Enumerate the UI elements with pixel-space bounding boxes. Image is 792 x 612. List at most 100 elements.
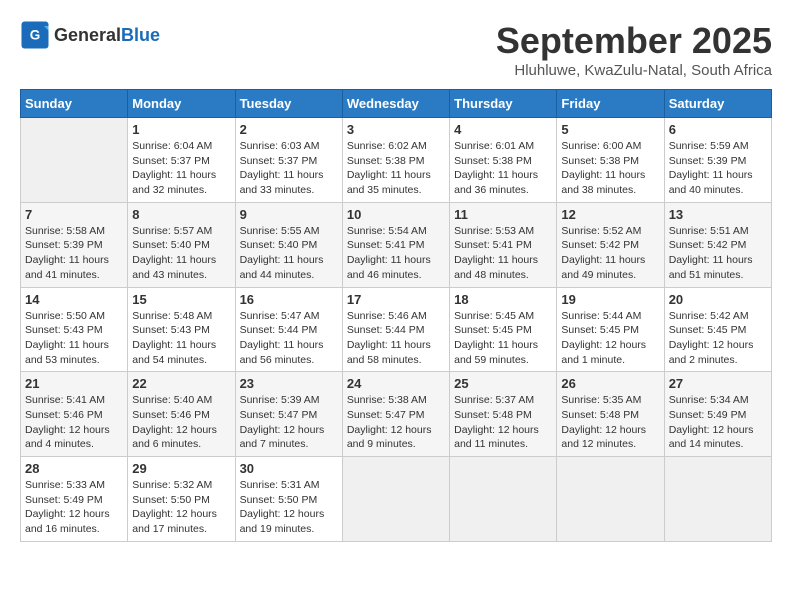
calendar-cell: 4 Sunrise: 6:01 AM Sunset: 5:38 PM Daylig… — [450, 118, 557, 203]
day-number: 20 — [669, 292, 767, 307]
weekday-header-sunday: Sunday — [21, 90, 128, 118]
day-number: 6 — [669, 122, 767, 137]
logo-icon: G — [20, 20, 50, 50]
weekday-header-tuesday: Tuesday — [235, 90, 342, 118]
day-info: Sunrise: 5:59 AM Sunset: 5:39 PM Dayligh… — [669, 139, 767, 198]
day-number: 27 — [669, 376, 767, 391]
day-info: Sunrise: 6:01 AM Sunset: 5:38 PM Dayligh… — [454, 139, 552, 198]
day-info: Sunrise: 5:53 AM Sunset: 5:41 PM Dayligh… — [454, 224, 552, 283]
calendar-cell — [450, 457, 557, 542]
day-info: Sunrise: 5:50 AM Sunset: 5:43 PM Dayligh… — [25, 309, 123, 368]
calendar-cell: 20 Sunrise: 5:42 AM Sunset: 5:45 PM Dayli… — [664, 287, 771, 372]
day-number: 29 — [132, 461, 230, 476]
calendar-cell — [342, 457, 449, 542]
calendar-week-row: 14Sunrise: 5:50 AM Sunset: 5:43 PM Dayli… — [21, 287, 772, 372]
calendar-cell — [21, 118, 128, 203]
day-info: Sunrise: 5:32 AM Sunset: 5:50 PM Dayligh… — [132, 478, 230, 537]
day-info: Sunrise: 6:02 AM Sunset: 5:38 PM Dayligh… — [347, 139, 445, 198]
day-info: Sunrise: 5:45 AM Sunset: 5:45 PM Dayligh… — [454, 309, 552, 368]
day-info: Sunrise: 5:51 AM Sunset: 5:42 PM Dayligh… — [669, 224, 767, 283]
calendar-cell: 5 Sunrise: 6:00 AM Sunset: 5:38 PM Daylig… — [557, 118, 664, 203]
calendar-cell: 1 Sunrise: 6:04 AM Sunset: 5:37 PM Daylig… — [128, 118, 235, 203]
calendar-week-row: 1 Sunrise: 6:04 AM Sunset: 5:37 PM Daylig… — [21, 118, 772, 203]
calendar-week-row: 7 Sunrise: 5:58 AM Sunset: 5:39 PM Daylig… — [21, 202, 772, 287]
calendar-cell: 15 Sunrise: 5:48 AM Sunset: 5:43 PM Dayli… — [128, 287, 235, 372]
day-number: 1 — [132, 122, 230, 137]
day-info: Sunrise: 5:58 AM Sunset: 5:39 PM Dayligh… — [25, 224, 123, 283]
day-number: 26 — [561, 376, 659, 391]
day-number: 11 — [454, 207, 552, 222]
calendar-cell — [557, 457, 664, 542]
day-info: Sunrise: 5:34 AM Sunset: 5:49 PM Dayligh… — [669, 393, 767, 452]
calendar-cell: 10Sunrise: 5:54 AM Sunset: 5:41 PM Dayli… — [342, 202, 449, 287]
calendar-cell: 25 Sunrise: 5:37 AM Sunset: 5:48 PM Dayli… — [450, 372, 557, 457]
svg-text:G: G — [30, 28, 41, 43]
day-number: 10 — [347, 207, 445, 222]
calendar-cell: 13 Sunrise: 5:51 AM Sunset: 5:42 PM Dayli… — [664, 202, 771, 287]
calendar-cell: 7 Sunrise: 5:58 AM Sunset: 5:39 PM Daylig… — [21, 202, 128, 287]
calendar-cell: 11 Sunrise: 5:53 AM Sunset: 5:41 PM Dayli… — [450, 202, 557, 287]
day-number: 18 — [454, 292, 552, 307]
day-info: Sunrise: 5:55 AM Sunset: 5:40 PM Dayligh… — [240, 224, 338, 283]
calendar-cell: 9 Sunrise: 5:55 AM Sunset: 5:40 PM Daylig… — [235, 202, 342, 287]
day-number: 8 — [132, 207, 230, 222]
logo-blue: Blue — [121, 25, 160, 45]
month-title: September 2025 — [496, 20, 772, 62]
day-number: 28 — [25, 461, 123, 476]
day-number: 30 — [240, 461, 338, 476]
day-number: 2 — [240, 122, 338, 137]
day-info: Sunrise: 5:41 AM Sunset: 5:46 PM Dayligh… — [25, 393, 123, 452]
calendar-cell: 24 Sunrise: 5:38 AM Sunset: 5:47 PM Dayli… — [342, 372, 449, 457]
calendar-week-row: 21 Sunrise: 5:41 AM Sunset: 5:46 PM Dayli… — [21, 372, 772, 457]
day-info: Sunrise: 5:31 AM Sunset: 5:50 PM Dayligh… — [240, 478, 338, 537]
location: Hluhluwe, KwaZulu-Natal, South Africa — [496, 62, 772, 79]
day-number: 15 — [132, 292, 230, 307]
calendar-cell: 17 Sunrise: 5:46 AM Sunset: 5:44 PM Dayli… — [342, 287, 449, 372]
calendar-cell: 8 Sunrise: 5:57 AM Sunset: 5:40 PM Daylig… — [128, 202, 235, 287]
day-info: Sunrise: 5:57 AM Sunset: 5:40 PM Dayligh… — [132, 224, 230, 283]
day-info: Sunrise: 5:33 AM Sunset: 5:49 PM Dayligh… — [25, 478, 123, 537]
day-number: 5 — [561, 122, 659, 137]
weekday-header-wednesday: Wednesday — [342, 90, 449, 118]
day-number: 22 — [132, 376, 230, 391]
calendar-cell: 12Sunrise: 5:52 AM Sunset: 5:42 PM Dayli… — [557, 202, 664, 287]
day-number: 3 — [347, 122, 445, 137]
weekday-header-friday: Friday — [557, 90, 664, 118]
day-info: Sunrise: 5:37 AM Sunset: 5:48 PM Dayligh… — [454, 393, 552, 452]
day-number: 24 — [347, 376, 445, 391]
day-number: 23 — [240, 376, 338, 391]
day-number: 4 — [454, 122, 552, 137]
day-info: Sunrise: 5:48 AM Sunset: 5:43 PM Dayligh… — [132, 309, 230, 368]
calendar-cell: 3 Sunrise: 6:02 AM Sunset: 5:38 PM Daylig… — [342, 118, 449, 203]
weekday-header-row: SundayMondayTuesdayWednesdayThursdayFrid… — [21, 90, 772, 118]
day-number: 9 — [240, 207, 338, 222]
calendar-cell: 19Sunrise: 5:44 AM Sunset: 5:45 PM Dayli… — [557, 287, 664, 372]
day-number: 25 — [454, 376, 552, 391]
day-info: Sunrise: 6:04 AM Sunset: 5:37 PM Dayligh… — [132, 139, 230, 198]
calendar-cell: 28 Sunrise: 5:33 AM Sunset: 5:49 PM Dayli… — [21, 457, 128, 542]
calendar-cell: 18 Sunrise: 5:45 AM Sunset: 5:45 PM Dayli… — [450, 287, 557, 372]
day-info: Sunrise: 5:35 AM Sunset: 5:48 PM Dayligh… — [561, 393, 659, 452]
day-info: Sunrise: 6:00 AM Sunset: 5:38 PM Dayligh… — [561, 139, 659, 198]
day-info: Sunrise: 5:40 AM Sunset: 5:46 PM Dayligh… — [132, 393, 230, 452]
calendar-cell: 2Sunrise: 6:03 AM Sunset: 5:37 PM Daylig… — [235, 118, 342, 203]
calendar-cell: 6 Sunrise: 5:59 AM Sunset: 5:39 PM Daylig… — [664, 118, 771, 203]
day-info: Sunrise: 5:47 AM Sunset: 5:44 PM Dayligh… — [240, 309, 338, 368]
calendar-cell: 16Sunrise: 5:47 AM Sunset: 5:44 PM Dayli… — [235, 287, 342, 372]
day-number: 7 — [25, 207, 123, 222]
logo: G GeneralBlue — [20, 20, 160, 50]
day-info: Sunrise: 5:42 AM Sunset: 5:45 PM Dayligh… — [669, 309, 767, 368]
calendar-cell: 27 Sunrise: 5:34 AM Sunset: 5:49 PM Dayli… — [664, 372, 771, 457]
page-header: G GeneralBlue September 2025 Hluhluwe, K… — [20, 20, 772, 79]
day-number: 12 — [561, 207, 659, 222]
calendar-cell: 14Sunrise: 5:50 AM Sunset: 5:43 PM Dayli… — [21, 287, 128, 372]
day-number: 17 — [347, 292, 445, 307]
calendar-cell: 26 Sunrise: 5:35 AM Sunset: 5:48 PM Dayli… — [557, 372, 664, 457]
day-info: Sunrise: 5:46 AM Sunset: 5:44 PM Dayligh… — [347, 309, 445, 368]
day-number: 21 — [25, 376, 123, 391]
day-info: Sunrise: 5:38 AM Sunset: 5:47 PM Dayligh… — [347, 393, 445, 452]
calendar-week-row: 28 Sunrise: 5:33 AM Sunset: 5:49 PM Dayli… — [21, 457, 772, 542]
day-info: Sunrise: 5:44 AM Sunset: 5:45 PM Dayligh… — [561, 309, 659, 368]
day-number: 13 — [669, 207, 767, 222]
weekday-header-thursday: Thursday — [450, 90, 557, 118]
